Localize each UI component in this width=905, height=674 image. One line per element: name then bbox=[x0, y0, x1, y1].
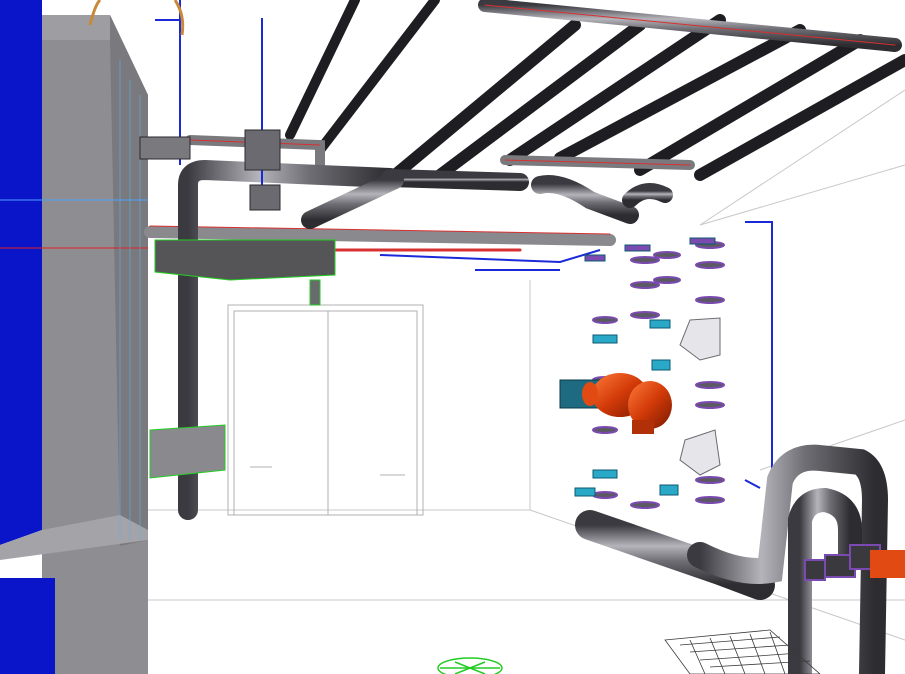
circulation-pump bbox=[559, 373, 672, 434]
ceiling-pipes bbox=[285, 0, 905, 181]
green-duct bbox=[149, 239, 336, 479]
red-valve-right bbox=[870, 550, 905, 578]
scene-canvas bbox=[0, 0, 905, 674]
door-wireframe bbox=[227, 304, 424, 516]
floor-drain bbox=[437, 657, 503, 674]
3d-model-viewport[interactable] bbox=[0, 0, 905, 674]
left-wall-equipment bbox=[0, 0, 148, 674]
main-header-pipe bbox=[140, 159, 673, 530]
